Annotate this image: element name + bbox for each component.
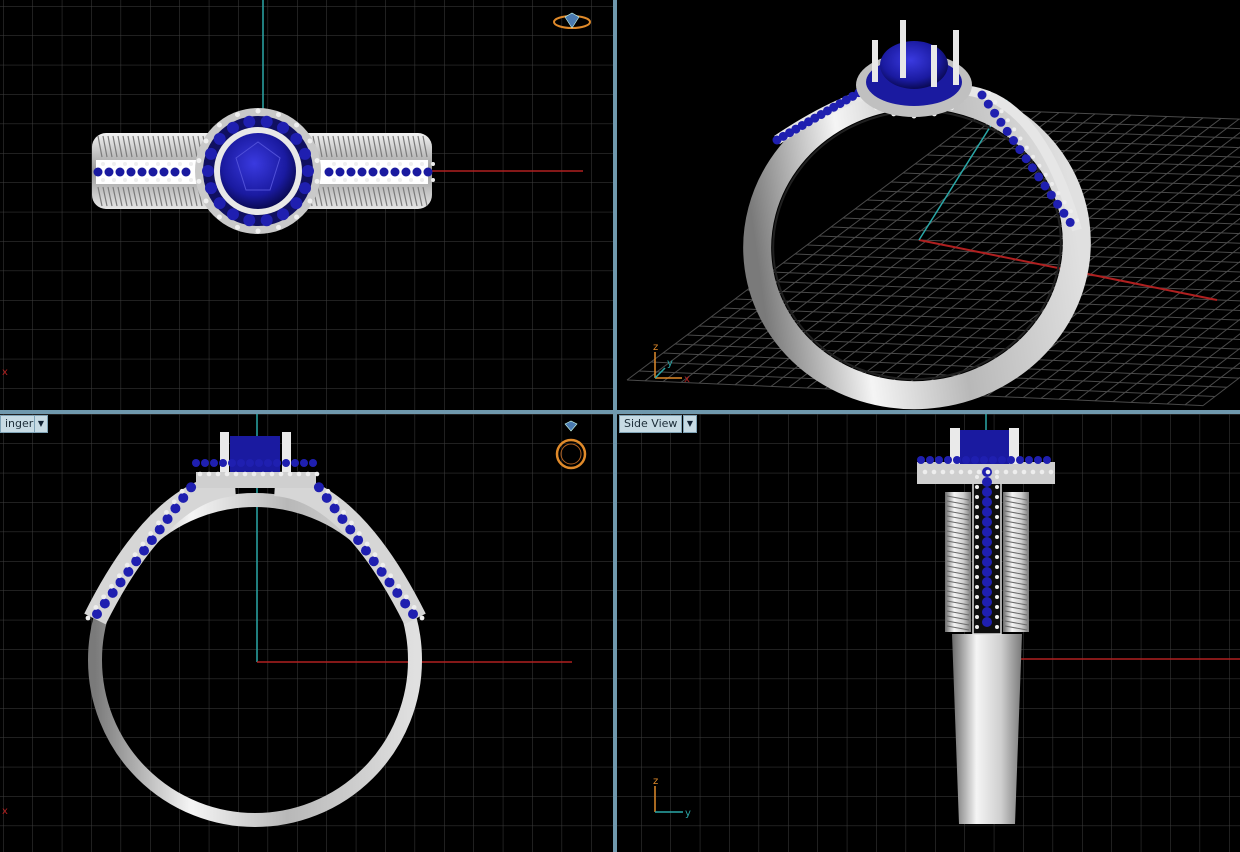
viewport-splitter-horizontal[interactable] (0, 410, 1240, 414)
center-gem (220, 133, 296, 209)
svg-text:y: y (685, 808, 691, 819)
svg-text:z: z (653, 776, 658, 787)
viewport-label-side[interactable]: Side View (619, 415, 683, 433)
side-view-scene: z y (617, 414, 1240, 852)
svg-text:y: y (667, 358, 673, 369)
svg-text:z: z (653, 342, 658, 353)
svg-text:x: x (684, 374, 690, 385)
axis-label-x: x (2, 367, 8, 378)
perspective-grid (626, 109, 1240, 407)
top-view-scene: x (0, 0, 613, 410)
viewport-label-front[interactable]: inger (0, 415, 39, 433)
halo-perspective (856, 20, 972, 117)
ring-orientation-icon[interactable] (552, 420, 588, 476)
chevron-down-icon[interactable]: ▼ (34, 415, 48, 433)
center-gem (880, 41, 948, 89)
chevron-down-icon[interactable]: ▼ (683, 415, 697, 433)
viewport-splitter-vertical[interactable] (613, 0, 617, 852)
viewport-perspective[interactable]: z y x (617, 0, 1240, 410)
ring-orientation-icon[interactable] (552, 8, 594, 36)
front-view-scene: x (0, 414, 613, 852)
perspective-scene: z y x (626, 20, 1240, 410)
axis-label-x: x (2, 806, 8, 817)
viewport-side[interactable]: z y Side View ▼ (617, 414, 1240, 852)
viewport-top[interactable]: x (0, 0, 613, 410)
viewport-front[interactable]: x inger ▼ (0, 414, 613, 852)
